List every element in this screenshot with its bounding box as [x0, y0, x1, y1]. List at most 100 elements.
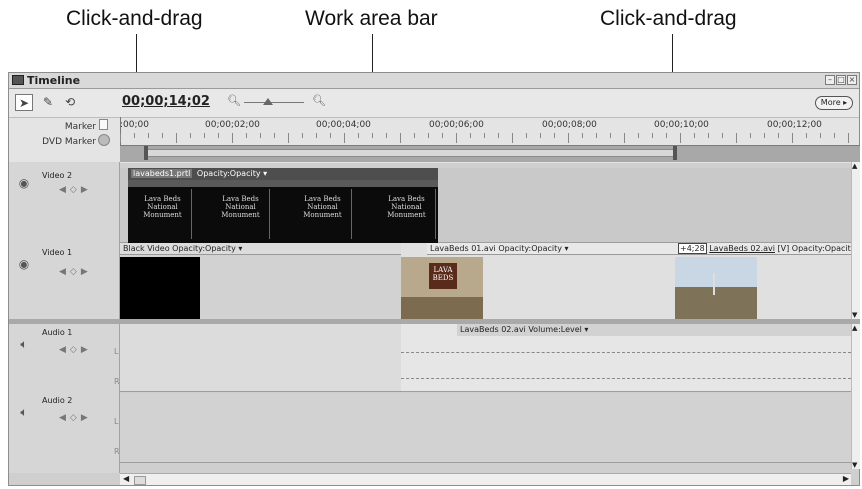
speaker-icon[interactable]: 🔈︎ — [16, 405, 32, 419]
ruler-tick-mark — [316, 133, 317, 138]
dvd-marker-label: DVD Marker — [42, 137, 96, 147]
ruler-tick-label: 00;00;08;00 — [542, 120, 597, 130]
channel-left-label: L — [114, 417, 119, 426]
track-name: Video 1 — [42, 248, 73, 257]
sign-board: LAVA BEDS — [429, 263, 457, 289]
ruler-tick-mark — [260, 133, 261, 138]
close-button[interactable]: × — [847, 75, 857, 85]
ruler-tick-mark — [666, 133, 667, 138]
ruler-tick-mark — [736, 133, 737, 143]
ruler-tick-mark — [568, 133, 569, 143]
channel-left-label: L — [114, 347, 119, 356]
clip-opacity-band — [128, 180, 438, 187]
scroll-up-icon[interactable]: ▲ — [852, 324, 857, 332]
clip-name-effect[interactable]: Black Video Opacity:Opacity — [123, 244, 236, 253]
keyframe-controls[interactable]: ◀◇▶ — [59, 345, 92, 355]
maximize-button[interactable]: □ — [836, 75, 846, 85]
video-tracks-scrollbar[interactable]: ▲ ▼ — [851, 162, 860, 319]
clip-header: lavabeds1.prtl Opacity:Opacity ▾ — [128, 168, 438, 180]
ruler-tick-mark — [750, 133, 751, 138]
clip-lavabeds-02-audio[interactable]: LavaBeds 02.avi Volume:Level ▾ — [401, 324, 851, 391]
ruler-tick-mark — [232, 133, 233, 143]
waveform-right — [401, 378, 851, 380]
razor-tool-icon[interactable]: ✎ — [39, 94, 57, 111]
ruler-tick-label: :00;00 — [120, 120, 149, 130]
work-area-start-handle[interactable] — [144, 146, 148, 160]
scroll-right-icon[interactable]: ▶ — [843, 474, 849, 483]
keyframe-controls[interactable]: ◀◇▶ — [59, 267, 92, 277]
ruler-tick-mark — [792, 133, 793, 143]
ruler-tick-mark — [526, 133, 527, 138]
timeline-window-icon — [12, 75, 24, 85]
frame: Lava Beds National Monument — [134, 189, 192, 239]
ruler-tick-mark — [652, 133, 653, 138]
horizontal-scrollbar[interactable]: ◀ ▶ — [120, 473, 851, 485]
more-button[interactable]: More ▸ — [815, 96, 853, 110]
track-header-video-2: ◉ Video 2 ◀◇▶ — [9, 168, 120, 238]
video-track-icon[interactable]: ◉ — [16, 257, 32, 271]
ruler-tick-mark — [806, 133, 807, 138]
clip-black-video[interactable]: Black Video Opacity:Opacity ▾ — [120, 243, 426, 319]
ruler-tick-mark — [372, 133, 373, 138]
ruler-tick-mark — [456, 133, 457, 143]
clip-effect[interactable]: Opacity:Opacity — [197, 169, 261, 178]
clip-lavabeds-title[interactable]: lavabeds1.prtl Opacity:Opacity ▾ Lava Be… — [128, 168, 438, 243]
zoom-in-icon[interactable]: 🔍︎ — [312, 94, 326, 107]
ruler-tick-mark — [190, 133, 191, 138]
track-audio-2[interactable] — [120, 393, 851, 463]
channel-right-label: R — [114, 377, 120, 386]
ruler-tick-mark — [512, 133, 513, 143]
clip-name-effect[interactable]: LavaBeds 02.avi Volume:Level — [460, 325, 582, 334]
selection-tool-icon[interactable]: ➤ — [15, 94, 33, 111]
callout-left-click-and-drag: Click-and-drag — [66, 7, 203, 30]
ruler-tick-mark — [680, 133, 681, 143]
ruler-tick-mark — [246, 133, 247, 138]
scroll-left-icon[interactable]: ◀ — [123, 474, 129, 483]
ruler-tick-mark — [344, 133, 345, 143]
minimize-button[interactable]: – — [825, 75, 835, 85]
clip-lavabeds-02[interactable]: +4;28 LavaBeds 02.avi [V] Opacity:Opacit… — [675, 243, 851, 319]
track-video-2[interactable]: lavabeds1.prtl Opacity:Opacity ▾ Lava Be… — [120, 168, 851, 243]
ruler-tick-mark — [484, 133, 485, 138]
scroll-down-icon[interactable]: ▼ — [852, 311, 857, 319]
zoom-slider[interactable] — [244, 98, 304, 105]
ruler-tick-mark — [274, 133, 275, 138]
marker-icon[interactable] — [99, 119, 108, 130]
track-name: Audio 1 — [42, 328, 73, 337]
hand-tool-icon[interactable]: ⟲ — [61, 94, 79, 111]
ruler-tick-mark — [120, 133, 121, 143]
scroll-up-icon[interactable]: ▲ — [852, 162, 857, 170]
ruler-tick-mark — [414, 133, 415, 138]
ruler-tick-mark — [442, 133, 443, 138]
clip-name-effect[interactable]: LavaBeds 01.avi Opacity:Opacity — [430, 244, 562, 253]
zoom-slider-thumb[interactable] — [263, 98, 273, 105]
callout-work-area-bar: Work area bar — [305, 7, 438, 30]
clip-name[interactable]: LavaBeds 02.avi — [709, 244, 775, 253]
ruler-tick-mark — [134, 133, 135, 138]
track-header-audio-1: 🔈︎ Audio 1 ◀◇▶ L R — [9, 325, 120, 391]
channel-right-label: R — [114, 447, 120, 456]
ruler-tick-label: 00;00;10;00 — [654, 120, 709, 130]
frame: Lava Beds National Monument — [294, 189, 352, 239]
work-area-end-handle[interactable] — [673, 146, 677, 160]
keyframe-controls[interactable]: ◀◇▶ — [59, 413, 92, 423]
work-area-bar[interactable] — [147, 149, 677, 157]
clip-header: +4;28 LavaBeds 02.avi [V] Opacity:Opacit… — [675, 243, 851, 255]
ruler-tick-mark — [428, 133, 429, 138]
current-timecode[interactable]: 00;00;14;02 — [122, 94, 210, 109]
keyframe-controls[interactable]: ◀◇▶ — [59, 185, 92, 195]
dvd-marker-icon[interactable] — [98, 134, 110, 146]
clip-effect[interactable]: [V] Opacity:Opacity — [778, 244, 851, 253]
speaker-icon[interactable]: 🔈︎ — [16, 337, 32, 351]
marker-label: Marker — [64, 122, 96, 132]
frame: Lava Beds National Monument — [378, 189, 436, 239]
video-track-icon[interactable]: ◉ — [16, 176, 32, 190]
scroll-thumb[interactable] — [134, 476, 146, 485]
ruler-tick-mark — [610, 133, 611, 138]
track-audio-1[interactable]: LavaBeds 02.avi Volume:Level ▾ — [120, 324, 851, 392]
zoom-out-icon[interactable]: 🔍︎ — [227, 94, 241, 107]
scroll-down-icon[interactable]: ▼ — [852, 461, 857, 469]
track-video-1[interactable]: Black Video Opacity:Opacity ▾ LavaBeds 0… — [120, 243, 851, 319]
audio-tracks-scrollbar[interactable]: ▲ ▼ — [851, 324, 860, 469]
clip-lavabeds-01[interactable]: LavaBeds 01.avi Opacity:Opacity ▾ LAVA BE… — [401, 243, 675, 319]
